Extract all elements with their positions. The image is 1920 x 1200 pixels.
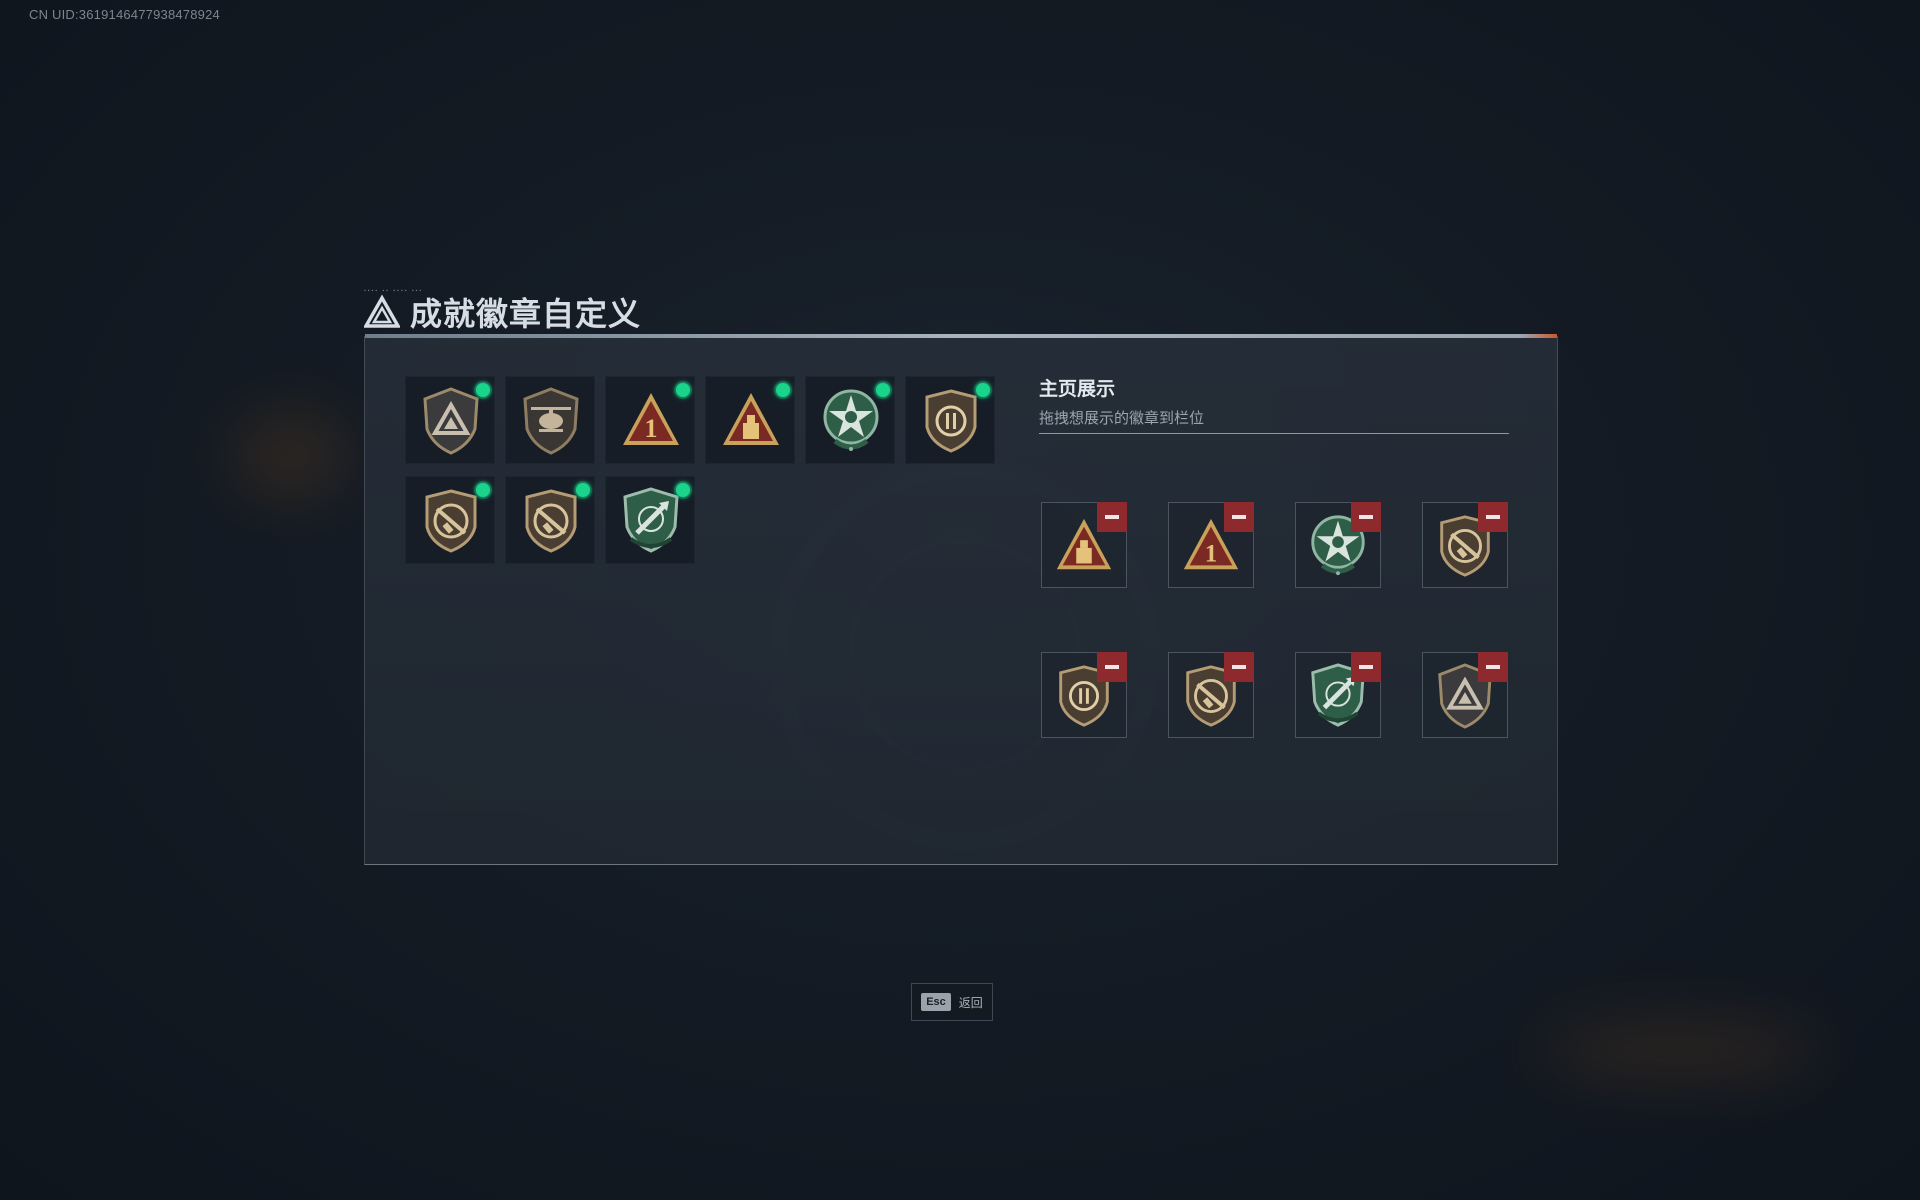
new-indicator <box>476 383 490 397</box>
rifle-shield-badge-icon <box>521 487 581 555</box>
showcase-slot[interactable] <box>1422 502 1508 588</box>
showcase-title: 主页展示 <box>1039 379 1116 400</box>
gold-triangle-number-one-badge-icon <box>621 387 681 455</box>
badge-slot[interactable] <box>905 376 995 464</box>
helicopter-shield-badge-icon <box>521 387 581 455</box>
player-uid: CN UID:3619146477938478924 <box>29 7 220 22</box>
green-star-skull-badge-icon <box>821 387 881 455</box>
back-label: 返回 <box>958 995 983 1010</box>
badge-slot[interactable] <box>605 476 695 564</box>
badge-slot[interactable] <box>505 376 595 464</box>
remove-badge-button[interactable] <box>1351 652 1381 682</box>
badge-customization-panel: 主页展示 拖拽想展示的徽章到栏位 <box>364 334 1558 865</box>
page-title: 成就徽章自定义 <box>410 296 642 332</box>
showcase-subtitle: 拖拽想展示的徽章到栏位 <box>1039 410 1205 427</box>
showcase-slot[interactable] <box>1168 502 1254 588</box>
remove-badge-button[interactable] <box>1224 652 1254 682</box>
new-indicator <box>676 483 690 497</box>
badge-slot[interactable] <box>405 476 495 564</box>
badge-slot[interactable] <box>405 376 495 464</box>
gold-triangle-tower-badge-icon <box>721 387 781 455</box>
new-indicator <box>776 383 790 397</box>
remove-badge-button[interactable] <box>1224 502 1254 532</box>
new-indicator <box>576 483 590 497</box>
showcase-slot[interactable] <box>1168 652 1254 738</box>
showcase-slot[interactable] <box>1295 652 1381 738</box>
badge-slot[interactable] <box>505 476 595 564</box>
new-indicator <box>676 383 690 397</box>
new-indicator <box>476 483 490 497</box>
showcase-slot[interactable] <box>1041 652 1127 738</box>
remove-badge-button[interactable] <box>1478 652 1508 682</box>
new-indicator <box>976 383 990 397</box>
rifle-shield-badge-icon <box>421 487 481 555</box>
remove-badge-button[interactable] <box>1478 502 1508 532</box>
background-glow <box>230 410 350 500</box>
esc-key-hint: Esc <box>921 993 951 1011</box>
badge-slot[interactable] <box>705 376 795 464</box>
remove-badge-button[interactable] <box>1097 502 1127 532</box>
green-rocket-shield-badge-icon <box>621 487 681 555</box>
remove-badge-button[interactable] <box>1097 652 1127 682</box>
showcase-section: 主页展示 拖拽想展示的徽章到栏位 <box>1039 374 1509 738</box>
badge-slot[interactable] <box>805 376 895 464</box>
showcase-slot[interactable] <box>1295 502 1381 588</box>
game-logo-icon <box>364 294 400 328</box>
new-indicator <box>876 383 890 397</box>
showcase-slot[interactable] <box>1041 502 1127 588</box>
remove-badge-button[interactable] <box>1351 502 1381 532</box>
page-header: 成就徽章自定义 <box>364 290 641 334</box>
back-button[interactable]: Esc 返回 <box>911 983 993 1021</box>
showcase-slot[interactable] <box>1422 652 1508 738</box>
triangle-shield-badge-icon <box>421 387 481 455</box>
panel-top-bar <box>365 334 1557 338</box>
badge-slot[interactable] <box>605 376 695 464</box>
pause-shield-badge-icon <box>921 387 981 455</box>
background-glow <box>1540 1020 1820 1080</box>
divider <box>1039 433 1509 434</box>
